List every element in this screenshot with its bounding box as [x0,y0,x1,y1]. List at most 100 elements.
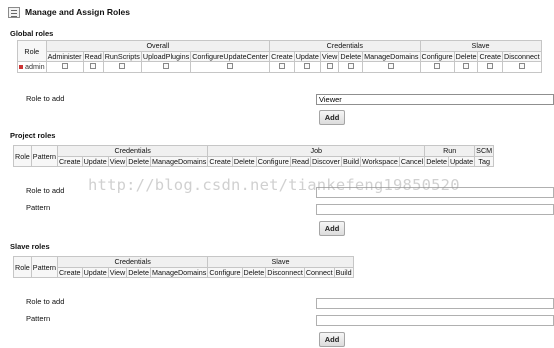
role-name: admin [25,62,45,72]
permission-header: Disconnect [265,266,305,278]
permission-header: ManageDomains [362,50,421,62]
table-row: admin [17,61,542,73]
permission-header: View [107,266,128,278]
group-header-credentials: Credentials [56,145,209,157]
global-roles-title: Global roles [10,29,54,38]
role-column-header: Role [17,40,47,62]
slave-pattern-input[interactable] [316,315,554,326]
permission-header: Delete [126,266,151,278]
permission-header: View [107,155,128,167]
group-header-slave: Slave [419,40,542,52]
global-add-button[interactable]: Add [319,110,345,125]
permission-checkbox[interactable] [90,63,97,70]
permission-header: Delete [424,155,449,167]
permission-checkbox[interactable] [119,63,126,70]
slave-add-button[interactable]: Add [319,332,345,347]
permission-checkbox[interactable] [487,63,494,70]
project-role-to-add-input[interactable] [316,187,554,198]
permission-header: Delete [338,50,364,62]
permission-header: Administer [45,50,84,62]
permission-cell [502,61,542,73]
group-header-job: Job [207,145,426,157]
permission-cell [319,61,340,73]
permission-cell [338,61,364,73]
permission-checkbox[interactable] [304,63,311,70]
permission-header: Configure [419,50,455,62]
permission-checkbox[interactable] [347,63,354,70]
page-header: Manage and Assign Roles [8,5,130,19]
pattern-column-header: Pattern [30,145,58,167]
permission-header: Configure [207,266,243,278]
slave-roles-title: Slave roles [10,242,50,251]
permission-header: ConfigureUpdateCenter [190,50,271,62]
permission-header: Build [333,266,354,278]
group-header-scm: SCM [474,145,495,157]
permission-header: Update [81,155,109,167]
delete-role-icon[interactable] [19,65,23,70]
permission-checkbox[interactable] [518,63,525,70]
permission-header: Cancel [398,155,426,167]
permission-header: Delete [453,50,479,62]
permission-header: ManageDomains [149,266,209,278]
project-roles-table: Role Pattern Credentials Job Run SCM Cre… [13,145,495,167]
permission-header: Delete [241,266,267,278]
slave-roles-table: Role Pattern Credentials Slave Create Upd… [13,256,354,278]
group-header-credentials: Credentials [56,256,209,268]
permission-header: UploadPlugins [140,50,192,62]
permission-header: Disconnect [502,50,542,62]
permission-header: Build [341,155,361,167]
permission-checkbox[interactable] [326,63,333,70]
permission-header: Read [82,50,104,62]
permission-header: Discover [310,155,343,167]
permission-cell [477,61,504,73]
global-role-to-add-input[interactable] [316,94,554,105]
permission-checkbox[interactable] [434,63,441,70]
permission-cell [82,61,104,73]
permission-header: Create [56,266,83,278]
permission-header: Create [477,50,504,62]
project-roles-title: Project roles [10,131,56,140]
permission-cell [419,61,455,73]
permission-header: Tag [474,155,495,167]
permission-header: Configure [255,155,291,167]
permission-header: ManageDomains [149,155,209,167]
role-name-cell: admin [17,61,47,73]
permission-header: Update [293,50,321,62]
permission-header: Delete [231,155,257,167]
permission-header: Connect [303,266,335,278]
permission-checkbox[interactable] [388,63,395,70]
permission-header: RunScripts [102,50,142,62]
permission-header: Workspace [360,155,400,167]
pattern-column-header: Pattern [30,256,58,278]
permission-cell [453,61,479,73]
slave-role-to-add-input[interactable] [316,298,554,309]
permission-cell [293,61,321,73]
permission-checkbox[interactable] [227,63,234,70]
group-header-slave: Slave [207,256,354,268]
global-role-to-add-label: Role to add [26,94,65,103]
permission-header: Create [269,50,295,62]
group-header-overall: Overall [45,40,271,52]
permission-cell [140,61,192,73]
permission-header: Create [56,155,83,167]
project-role-to-add-label: Role to add [26,186,65,195]
permission-cell [45,61,84,73]
permission-checkbox[interactable] [163,63,170,70]
permission-cell [362,61,421,73]
permission-header: Delete [126,155,151,167]
project-pattern-input[interactable] [316,204,554,215]
global-roles-table: Role Overall Credentials Slave Administe… [17,40,542,73]
role-column-header: Role [13,256,32,278]
page-title: Manage and Assign Roles [25,7,131,17]
group-header-run: Run [424,145,476,157]
project-add-button[interactable]: Add [319,221,345,236]
slave-role-to-add-label: Role to add [26,297,65,306]
permission-cell [102,61,142,73]
permission-checkbox[interactable] [278,63,285,70]
permission-cell [190,61,271,73]
role-column-header: Role [13,145,32,167]
permission-cell [269,61,295,73]
permission-checkbox[interactable] [463,63,470,70]
permission-header: Create [207,155,233,167]
permission-checkbox[interactable] [61,63,68,70]
